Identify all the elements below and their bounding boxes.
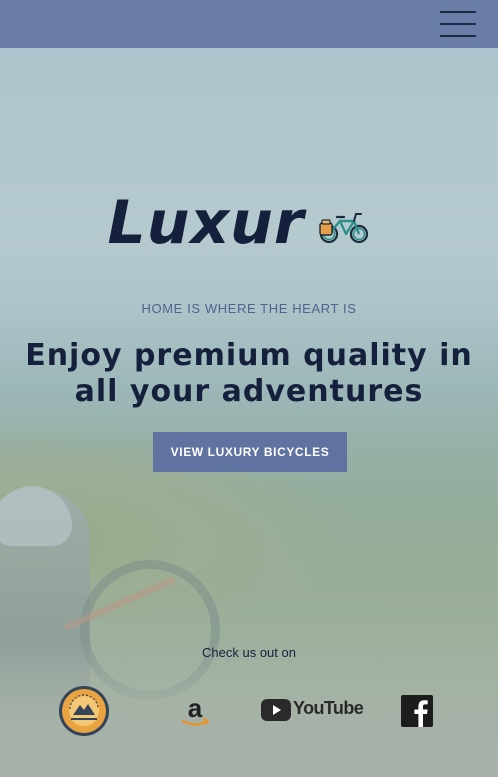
menu-line xyxy=(440,35,476,37)
youtube-link[interactable]: YouTube xyxy=(261,697,364,723)
partners-label: Check us out on xyxy=(202,645,296,660)
hero-headline: Enjoy premium quality in all your advent… xyxy=(25,338,473,409)
youtube-wordmark: YouTube xyxy=(293,698,364,718)
menu-line xyxy=(440,23,476,25)
brand-logo: Luxur xyxy=(0,188,498,258)
top-navigation-bar xyxy=(0,0,498,48)
hamburger-menu-icon[interactable] xyxy=(440,10,476,38)
bearings-bike-shop-link[interactable] xyxy=(58,685,110,737)
view-luxury-bicycles-button[interactable]: VIEW LUXURY BICYCLES xyxy=(153,432,347,472)
svg-text:a: a xyxy=(188,694,203,723)
hero-tagline: HOME IS WHERE THE HEART IS xyxy=(141,301,357,316)
facebook-link[interactable] xyxy=(401,695,433,727)
youtube-icon xyxy=(261,699,291,721)
amazon-link[interactable]: a xyxy=(178,693,212,730)
bearings-bike-shop-logo-icon xyxy=(59,686,109,736)
facebook-icon xyxy=(401,695,433,727)
brand-name: Luxur xyxy=(107,188,305,258)
amazon-icon: a xyxy=(181,693,209,726)
menu-line xyxy=(440,11,476,13)
bicycle-icon xyxy=(319,213,369,244)
